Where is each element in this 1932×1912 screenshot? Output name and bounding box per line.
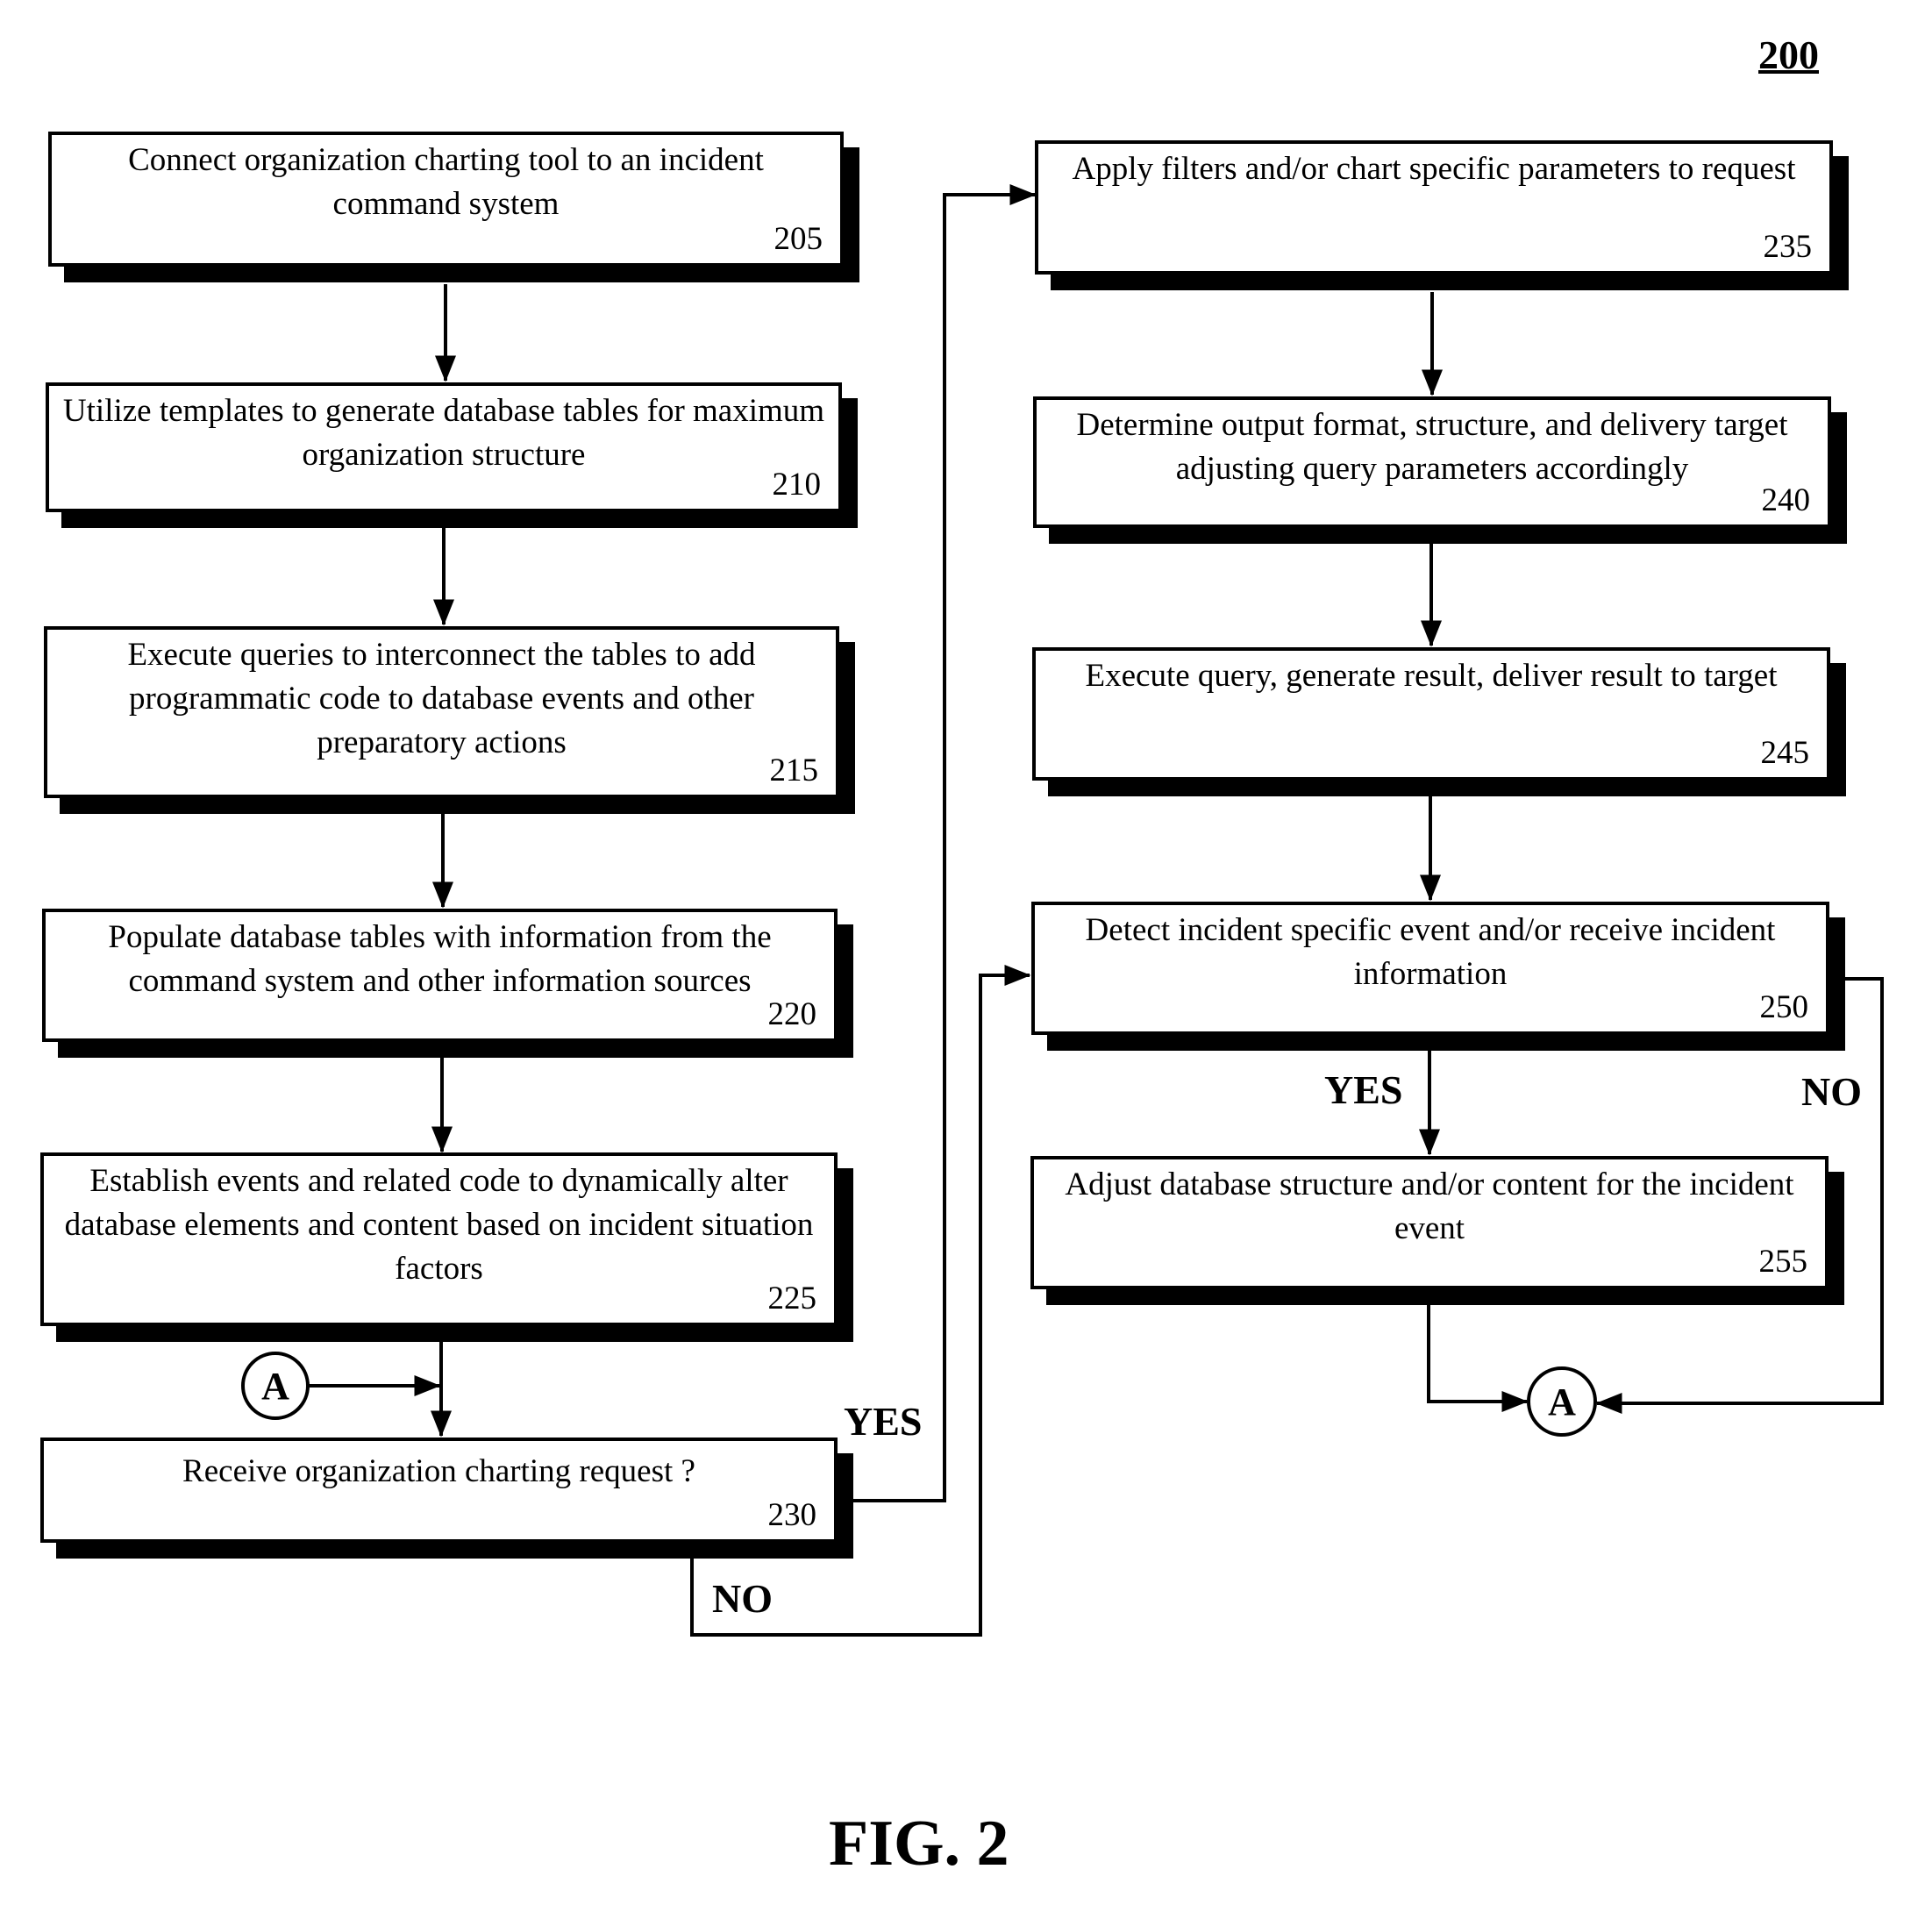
arrow-255-to-connector-a <box>1427 1305 1529 1412</box>
step-box-215: Execute queries to interconnect the tabl… <box>44 626 839 798</box>
branch-label-230-no: NO <box>712 1576 773 1621</box>
connector-a-left-label: A <box>261 1365 289 1408</box>
arrow-230-yes-to-235 <box>852 184 1037 1502</box>
figure-reference-number: 200 <box>1758 32 1819 77</box>
step-ref-number: 205 <box>774 221 823 257</box>
step-box-220: Populate database tables with informatio… <box>42 909 838 1042</box>
step-text: Adjust database structure and/or content… <box>1065 1166 1794 1246</box>
step-text: Determine output format, structure, and … <box>1076 407 1788 487</box>
branch-label-250-no: NO <box>1801 1069 1862 1114</box>
step-text: Populate database tables with informatio… <box>108 919 772 999</box>
step-box-245: Execute query, generate result, deliver … <box>1032 647 1830 781</box>
step-ref-number: 250 <box>1759 989 1809 1025</box>
step-ref-number: 245 <box>1760 735 1810 771</box>
step-text: Connect organization charting tool to an… <box>128 142 764 222</box>
step-ref-number: 235 <box>1763 229 1813 265</box>
step-box-225: Establish events and related code to dyn… <box>40 1152 838 1326</box>
step-box-240: Determine output format, structure, and … <box>1033 396 1831 528</box>
step-ref-number: 230 <box>767 1497 817 1533</box>
step-box-205: Connect organization charting tool to an… <box>48 132 844 267</box>
step-ref-number: 215 <box>769 753 819 788</box>
step-text: Utilize templates to generate database t… <box>62 393 825 473</box>
step-text: Receive organization charting request ? <box>182 1453 695 1489</box>
step-ref-number: 255 <box>1758 1244 1808 1280</box>
step-ref-number: 240 <box>1761 482 1811 518</box>
step-ref-number: 225 <box>767 1281 817 1316</box>
step-ref-number: 210 <box>772 467 822 503</box>
step-box-250: Detect incident specific event and/or re… <box>1031 902 1829 1035</box>
step-text: Apply filters and/or chart specific para… <box>1072 151 1796 187</box>
step-text: Execute queries to interconnect the tabl… <box>127 637 756 760</box>
step-text: Execute query, generate result, deliver … <box>1085 658 1778 694</box>
figure-title: FIG. 2 <box>829 1808 1009 1880</box>
step-box-255: Adjust database structure and/or content… <box>1030 1156 1829 1289</box>
step-text: Detect incident specific event and/or re… <box>1085 912 1776 992</box>
connector-a-right-label: A <box>1548 1380 1576 1423</box>
branch-label-230-yes: YES <box>844 1399 923 1444</box>
step-box-230: Receive organization charting request ? … <box>40 1438 838 1543</box>
step-text: Establish events and related code to dyn… <box>64 1163 814 1287</box>
step-box-235: Apply filters and/or chart specific para… <box>1035 140 1833 275</box>
step-ref-number: 220 <box>767 996 817 1032</box>
step-box-210: Utilize templates to generate database t… <box>46 382 842 512</box>
branch-label-250-yes: YES <box>1324 1067 1403 1112</box>
